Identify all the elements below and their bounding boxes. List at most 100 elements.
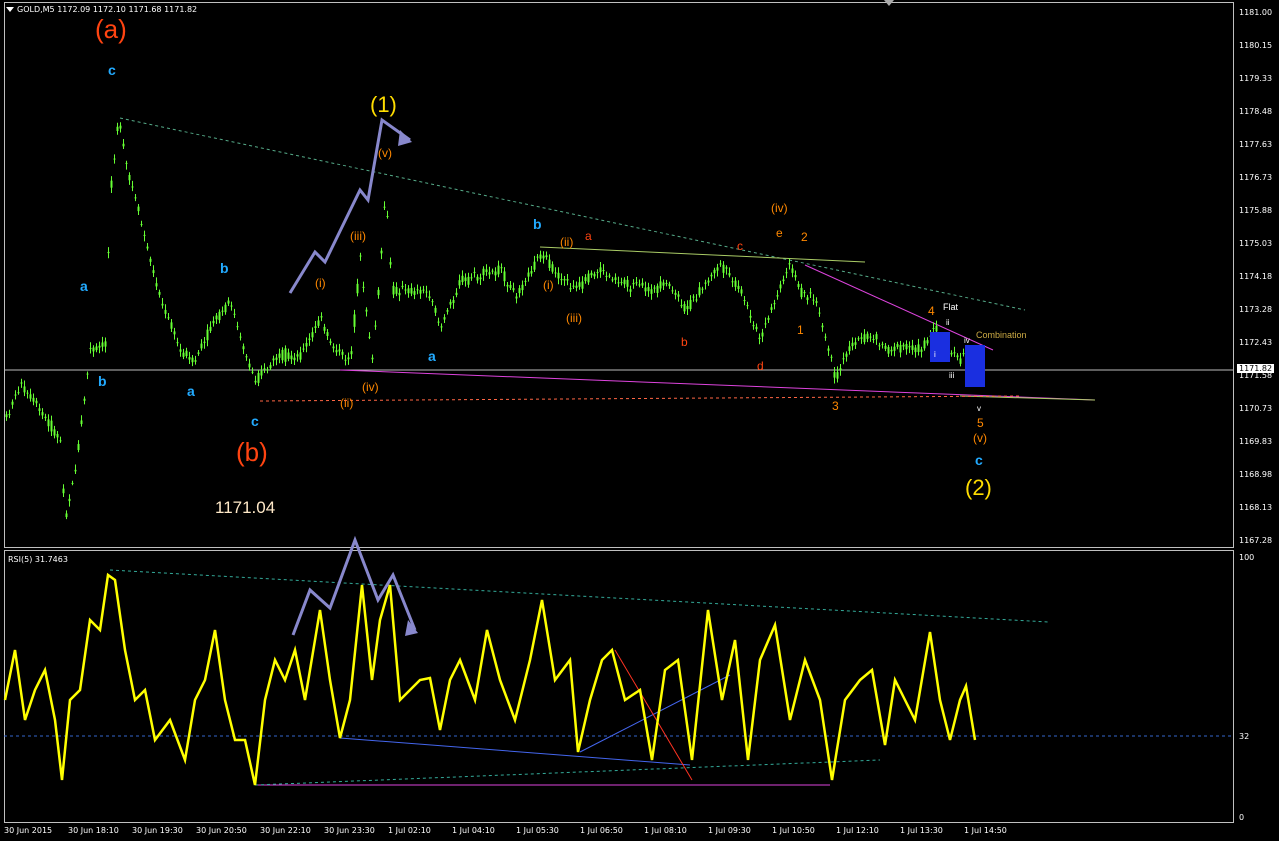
candle-body: [68, 498, 71, 502]
wave-label: b: [533, 216, 542, 232]
candle-body: [851, 342, 854, 347]
triangle-down-icon[interactable]: [6, 7, 14, 12]
candle-body: [290, 355, 293, 360]
candle-body: [134, 197, 137, 199]
candle-body: [431, 301, 434, 303]
candle-body: [332, 346, 335, 349]
candle-body: [152, 270, 155, 274]
candle-body: [875, 334, 878, 340]
candle-body: [935, 325, 938, 332]
wave-label: a: [187, 383, 195, 399]
candle-body: [695, 299, 698, 301]
candle-body: [644, 287, 647, 292]
candle-body: [56, 434, 59, 438]
candle-body: [185, 350, 188, 357]
wave-label: Flat: [943, 302, 959, 312]
candle-body: [89, 347, 92, 349]
candle-body: [503, 271, 506, 282]
candle-body: [263, 368, 266, 370]
wave-label: 2: [801, 230, 808, 244]
candle-body: [161, 303, 164, 306]
rsi-scale-100: 100: [1239, 553, 1255, 562]
candle-body: [731, 281, 734, 283]
candle-body: [335, 350, 338, 353]
candle-body: [470, 277, 473, 279]
candle-body: [833, 372, 836, 378]
candle-body: [566, 279, 569, 281]
candle-body: [962, 353, 965, 355]
candle-body: [467, 276, 470, 285]
wave-label: (i): [543, 278, 554, 292]
candle-body: [413, 291, 416, 295]
candle-body: [893, 346, 896, 351]
candle-body: [755, 326, 758, 330]
candle-body: [854, 342, 857, 345]
candle-body: [533, 261, 536, 270]
candle-body: [383, 206, 386, 208]
candle-body: [647, 287, 650, 292]
wave-label: 5: [977, 416, 984, 430]
wave-label: iii: [949, 371, 955, 380]
candle-body: [356, 283, 359, 294]
candle-body: [611, 279, 614, 281]
candle-body: [338, 349, 341, 352]
price-axis-label: 1169.83: [1239, 437, 1273, 446]
candle-body: [446, 310, 449, 312]
candle-body: [305, 343, 308, 347]
candle-body: [386, 215, 389, 217]
wave-label: (i): [315, 276, 326, 290]
candle-body: [455, 292, 458, 296]
candle-body: [482, 268, 485, 276]
candle-body: [842, 358, 845, 360]
candle-body: [830, 356, 833, 358]
candle-body: [92, 347, 95, 352]
candle-body: [170, 322, 173, 329]
candle-body: [671, 290, 674, 292]
chart-title[interactable]: GOLD,M5 1172.09 1172.10 1171.68 1171.82: [6, 5, 197, 14]
candle-body: [392, 285, 395, 295]
candle-body: [863, 334, 866, 343]
candle-body: [200, 343, 203, 349]
rsi-title: RSI(5) 31.7463: [8, 555, 68, 564]
candle-body: [527, 272, 530, 277]
candle-body: [281, 349, 284, 361]
candle-body: [38, 408, 41, 411]
price-axis-label: 1177.63: [1239, 140, 1273, 149]
candle-body: [899, 344, 902, 353]
candle-body: [29, 394, 32, 399]
candle-body: [254, 380, 257, 383]
rsi-blue-line: [339, 737, 691, 766]
wave-label: (v): [973, 431, 987, 445]
candle-body: [881, 343, 884, 345]
wave-label: (iii): [350, 229, 366, 243]
candle-body: [827, 348, 830, 351]
candle-body: [41, 412, 44, 416]
candlesticks: [5, 122, 977, 520]
candle-body: [119, 125, 122, 129]
candle-body: [956, 355, 959, 358]
candle-body: [251, 371, 254, 373]
upper-channel-line: [119, 117, 1026, 311]
wave-label: a: [428, 348, 436, 364]
scroll-marker-icon[interactable]: [884, 0, 894, 6]
candle-body: [575, 285, 578, 288]
candle-body: [704, 282, 707, 284]
candle-body: [287, 352, 290, 359]
candle-body: [632, 282, 635, 285]
candle-body: [584, 277, 587, 282]
flat-trendline: [539, 246, 866, 263]
chart-canvas[interactable]: [0, 0, 1279, 841]
candle-body: [716, 267, 719, 271]
candle-body: [563, 279, 566, 281]
candle-body: [176, 342, 179, 344]
wave-label: c: [251, 413, 259, 429]
wave-label: e: [776, 226, 783, 240]
candle-body: [236, 326, 239, 328]
candle-body: [509, 285, 512, 288]
candle-body: [743, 300, 746, 302]
time-axis-label: 1 Jul 12:10: [836, 826, 879, 835]
candle-body: [557, 272, 560, 279]
candle-body: [125, 162, 128, 164]
candle-body: [65, 513, 68, 518]
time-axis-label: 1 Jul 13:30: [900, 826, 943, 835]
